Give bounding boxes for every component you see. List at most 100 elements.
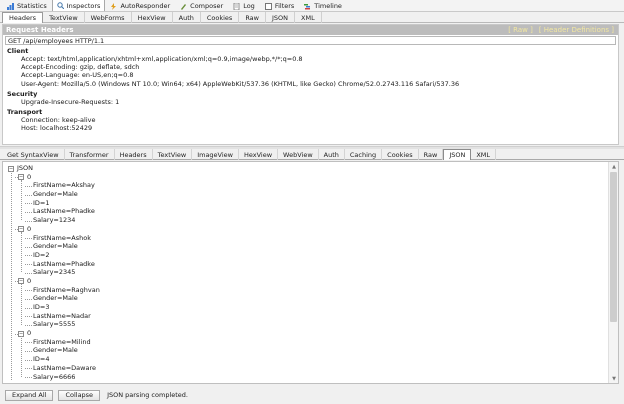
raw-link[interactable]: [ Raw ] <box>508 26 533 34</box>
autoresponder-icon <box>110 2 117 10</box>
header-item: User-Agent: Mozilla/5.0 (Windows NT 10.0… <box>21 79 460 88</box>
tree-connector <box>25 359 32 361</box>
json-tree: − JSON −0 FirstName=Akshay Gender=Male ID=1 La… <box>3 164 607 381</box>
tab-inspectors[interactable]: Inspectors <box>51 0 106 11</box>
tree-connector <box>25 185 32 187</box>
request-tab-webforms[interactable]: WebForms <box>85 12 132 23</box>
tab-timeline[interactable]: Timeline <box>299 0 347 11</box>
response-tab-webview[interactable]: WebView <box>278 149 319 160</box>
tab-composer[interactable]: Composer <box>175 0 228 11</box>
request-tab-headers[interactable]: Headers <box>2 12 44 23</box>
tree-field[interactable]: LastName=Phadke <box>3 260 607 269</box>
response-tab-hexview[interactable]: HexView <box>239 149 279 160</box>
expand-all-button[interactable]: Expand All <box>5 389 54 401</box>
response-tab-headers[interactable]: Headers <box>115 149 153 160</box>
vertical-scrollbar[interactable]: ▲ ▼ <box>608 162 618 383</box>
request-tab-json[interactable]: JSON <box>266 12 296 23</box>
tree-field[interactable]: Gender=Male <box>3 294 607 303</box>
response-tab-textview[interactable]: TextView <box>153 149 193 160</box>
tree-field[interactable]: Salary=1234 <box>3 216 607 225</box>
tree-connector <box>25 211 32 213</box>
tree-array-item[interactable]: −0 <box>3 329 607 338</box>
tree-connector <box>25 203 32 205</box>
tree-node-label: 0 <box>27 172 32 181</box>
tree-field[interactable]: FirstName=Milind <box>3 338 607 347</box>
tree-field[interactable]: Salary=6666 <box>3 373 607 382</box>
top-tab-bar: Statistics Inspectors AutoResponder Comp… <box>0 0 624 12</box>
response-tab-auth[interactable]: Auth <box>319 149 345 160</box>
tree-field[interactable]: Gender=Male <box>3 242 607 251</box>
tree-node-label: FirstName=Ashok <box>33 233 91 242</box>
header-item: Accept: text/html,application/xhtml+xml,… <box>21 55 303 63</box>
header-group-transport[interactable]: Transport <box>3 108 618 116</box>
tree-node-label: LastName=Phadke <box>33 207 95 216</box>
tree-field[interactable]: LastName=Nadar <box>3 312 607 321</box>
response-tab-caching[interactable]: Caching <box>345 149 383 160</box>
tab-statistics[interactable]: Statistics <box>2 0 52 11</box>
request-headers-title: Request Headers <box>6 26 74 34</box>
response-tab-transformer[interactable]: Transformer <box>65 149 115 160</box>
response-tab-json[interactable]: JSON <box>443 149 472 160</box>
tab-label: Filters <box>274 2 295 10</box>
response-tab-get-syntaxview[interactable]: Get SyntaxView <box>2 149 65 160</box>
response-tab-xml[interactable]: XML <box>471 149 497 160</box>
header-item: Host: localhost:52429 <box>21 124 93 133</box>
request-tab-hexview[interactable]: HexView <box>132 12 173 23</box>
scroll-down-icon[interactable]: ▼ <box>609 374 618 383</box>
tree-field[interactable]: LastName=Daware <box>3 364 607 373</box>
header-item: Upgrade-Insecure-Requests: 1 <box>21 97 120 106</box>
collapse-button[interactable]: Collapse <box>58 389 101 401</box>
response-tab-imageview[interactable]: ImageView <box>192 149 239 160</box>
request-tab-auth[interactable]: Auth <box>173 12 201 23</box>
tree-array-item[interactable]: −0 <box>3 173 607 182</box>
request-tab-raw[interactable]: Raw <box>239 12 266 23</box>
request-headers-title-bar: Request Headers [ Raw ] [ Header Definit… <box>3 25 618 35</box>
tab-label: Timeline <box>314 2 342 10</box>
header-item: Connection: keep-alive <box>21 115 96 124</box>
tree-node-label: Gender=Male <box>33 346 78 355</box>
tree-field[interactable]: Salary=2345 <box>3 268 607 277</box>
request-tab-textview[interactable]: TextView <box>43 12 85 23</box>
tree-node-label: Gender=Male <box>33 190 78 199</box>
tree-array-item[interactable]: −0 <box>3 277 607 286</box>
tree-node-label: Salary=1234 <box>33 216 76 225</box>
tree-connector <box>21 284 22 325</box>
tree-connector <box>25 255 32 257</box>
response-tab-cookies[interactable]: Cookies <box>382 149 419 160</box>
tab-autoresponder[interactable]: AutoResponder <box>105 0 175 11</box>
tree-field[interactable]: Salary=5555 <box>3 320 607 329</box>
tree-connector <box>21 336 22 377</box>
header-group-client[interactable]: Client <box>3 47 618 55</box>
tab-label: Inspectors <box>66 1 101 10</box>
tree-node-label: FirstName=Raghvan <box>33 285 100 294</box>
tree-field[interactable]: Gender=Male <box>3 346 607 355</box>
tab-log[interactable]: Log <box>228 0 260 11</box>
response-tab-raw[interactable]: Raw <box>419 149 444 160</box>
tree-field[interactable]: ID=3 <box>3 303 607 312</box>
request-tab-cookies[interactable]: Cookies <box>201 12 240 23</box>
scroll-up-icon[interactable]: ▲ <box>609 162 618 171</box>
request-line[interactable]: GET /api/employees HTTP/1.1 <box>5 36 616 45</box>
tree-field[interactable]: ID=2 <box>3 251 607 260</box>
tree-field[interactable]: ID=4 <box>3 355 607 364</box>
tab-filters[interactable]: Filters <box>260 0 299 11</box>
tree-node-label: Salary=6666 <box>33 372 76 381</box>
tree-field[interactable]: ID=1 <box>3 199 607 208</box>
header-group-security[interactable]: Security <box>3 90 618 98</box>
tree-field[interactable]: Gender=Male <box>3 190 607 199</box>
tree-connector <box>25 220 32 222</box>
tree-array-item[interactable]: −0 <box>3 225 607 234</box>
tree-node-label: JSON <box>17 164 34 172</box>
tree-node-label: FirstName=Akshay <box>33 181 95 190</box>
header-item: Accept-Encoding: gzip, deflate, sdch <box>21 63 140 72</box>
tree-connector <box>25 307 32 309</box>
tree-connector <box>25 342 32 344</box>
tree-root-json[interactable]: − JSON <box>3 164 607 173</box>
tree-field[interactable]: FirstName=Akshay <box>3 181 607 190</box>
request-tab-xml[interactable]: XML <box>295 12 322 23</box>
tree-field[interactable]: LastName=Phadke <box>3 207 607 216</box>
tree-field[interactable]: FirstName=Raghvan <box>3 286 607 295</box>
header-definitions-link[interactable]: [ Header Definitions ] <box>539 26 614 34</box>
scrollbar-thumb[interactable] <box>610 172 617 322</box>
tree-field[interactable]: FirstName=Ashok <box>3 234 607 243</box>
